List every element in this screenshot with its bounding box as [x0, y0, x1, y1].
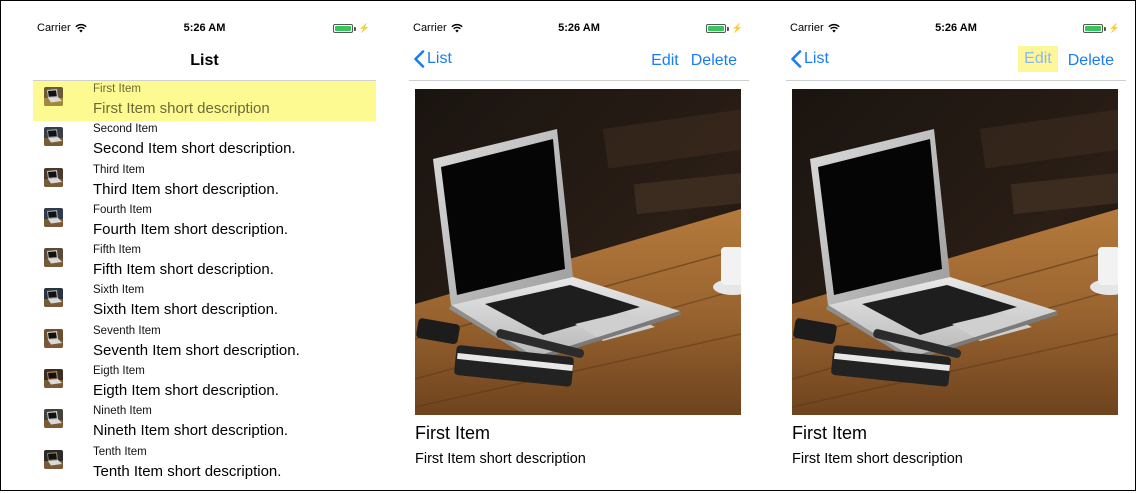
nav-actions: Edit Delete — [649, 50, 739, 72]
navigation-bar: List — [33, 42, 376, 81]
item-title: Fourth Item — [93, 203, 152, 216]
charging-bolt-icon: ⚡ — [358, 23, 370, 33]
status-bar: Carrier 5:26 AM ⚡ — [409, 14, 749, 40]
item-description: Fourth Item short description. — [93, 220, 289, 238]
item-list[interactable]: First Item First Item short description Se… — [33, 81, 376, 484]
status-time: 5:26 AM — [558, 22, 600, 34]
item-description: Tenth Item short description. — [93, 462, 282, 480]
battery-icon: ⚡ — [1082, 23, 1120, 34]
detail-screen-edit-highlighted: Carrier 5:26 AM ⚡ List Edit Delete First… — [786, 14, 1126, 484]
item-description: Fifth Item short description. — [93, 261, 274, 279]
list-item[interactable]: Fifth Item Fifth Item short description. — [33, 242, 376, 282]
back-button[interactable]: List — [790, 50, 829, 68]
navigation-bar: List Edit Delete — [786, 42, 1126, 81]
list-item[interactable]: Eigth Item Eigth Item short description. — [33, 363, 376, 403]
chevron-left-icon — [414, 50, 425, 68]
item-title: Third Item — [93, 163, 145, 176]
item-thumbnail — [44, 127, 63, 147]
list-screen: Carrier 5:26 AM ⚡ List First Item First I… — [33, 14, 376, 484]
list-item[interactable]: Second Item Second Item short description… — [33, 121, 376, 161]
list-item[interactable]: Nineth Item Nineth Item short description… — [33, 403, 376, 443]
back-label: List — [427, 50, 452, 67]
item-description: Eigth Item short description. — [93, 382, 279, 400]
laptop-photo-illustration — [415, 89, 741, 415]
item-description: Sixth Item short description. — [93, 301, 279, 319]
nav-actions: Edit Delete — [1018, 46, 1116, 72]
delete-button[interactable]: Delete — [1066, 50, 1116, 72]
detail-screen: Carrier 5:26 AM ⚡ List Edit Delete First… — [409, 14, 749, 484]
item-thumbnail — [44, 288, 63, 308]
list-item[interactable]: Tenth Item Tenth Item short description. — [33, 444, 376, 484]
item-title: First Item — [792, 423, 867, 443]
status-bar: Carrier 5:26 AM ⚡ — [786, 14, 1126, 40]
item-title: Second Item — [93, 123, 158, 136]
list-item[interactable]: Sixth Item Sixth Item short description. — [33, 282, 376, 322]
laptop-photo-illustration — [792, 89, 1118, 415]
back-button[interactable]: List — [413, 50, 452, 68]
item-thumbnail — [44, 328, 63, 348]
item-photo — [792, 89, 1118, 415]
item-title: Eigth Item — [93, 365, 145, 378]
item-description: Third Item short description. — [93, 180, 279, 198]
charging-bolt-icon: ⚡ — [1108, 23, 1120, 33]
item-title: Fifth Item — [93, 244, 141, 257]
item-thumbnail — [44, 87, 63, 106]
delete-button[interactable]: Delete — [689, 50, 739, 72]
item-title: Nineth Item — [93, 405, 152, 418]
chevron-left-icon — [791, 50, 802, 68]
status-bar: Carrier 5:26 AM ⚡ — [33, 14, 376, 40]
battery-icon: ⚡ — [705, 23, 743, 34]
item-title: Sixth Item — [93, 284, 145, 297]
item-description: First Item short description — [93, 100, 270, 117]
edit-button[interactable]: Edit — [649, 50, 681, 72]
item-title: First Item — [93, 83, 141, 95]
item-thumbnail — [44, 207, 63, 227]
item-title: Tenth Item — [93, 445, 147, 458]
navigation-bar: List Edit Delete — [409, 42, 749, 81]
item-photo — [415, 89, 741, 415]
charging-bolt-icon: ⚡ — [731, 23, 743, 33]
item-thumbnail — [44, 167, 63, 187]
item-title: Seventh Item — [93, 324, 161, 337]
item-description: First Item short description — [415, 451, 586, 467]
list-item[interactable]: Fourth Item Fourth Item short description… — [33, 202, 376, 242]
back-label: List — [804, 50, 829, 67]
item-description: First Item short description — [792, 451, 963, 467]
edit-button[interactable]: Edit — [1018, 46, 1058, 72]
battery-icon: ⚡ — [332, 23, 370, 34]
item-description: Second Item short description. — [93, 140, 296, 158]
item-description: Seventh Item short description. — [93, 341, 300, 359]
list-item[interactable]: Third Item Third Item short description. — [33, 162, 376, 202]
status-time: 5:26 AM — [183, 22, 226, 34]
status-time: 5:26 AM — [935, 22, 977, 34]
list-item[interactable]: First Item First Item short description — [33, 81, 376, 122]
page-title: List — [190, 52, 219, 69]
item-title: First Item — [415, 423, 490, 443]
list-item[interactable]: Seventh Item Seventh Item short descripti… — [33, 323, 376, 363]
item-thumbnail — [44, 409, 63, 429]
item-thumbnail — [44, 248, 63, 268]
item-description: Nineth Item short description. — [93, 422, 289, 440]
item-thumbnail — [44, 369, 63, 389]
item-thumbnail — [44, 449, 63, 469]
